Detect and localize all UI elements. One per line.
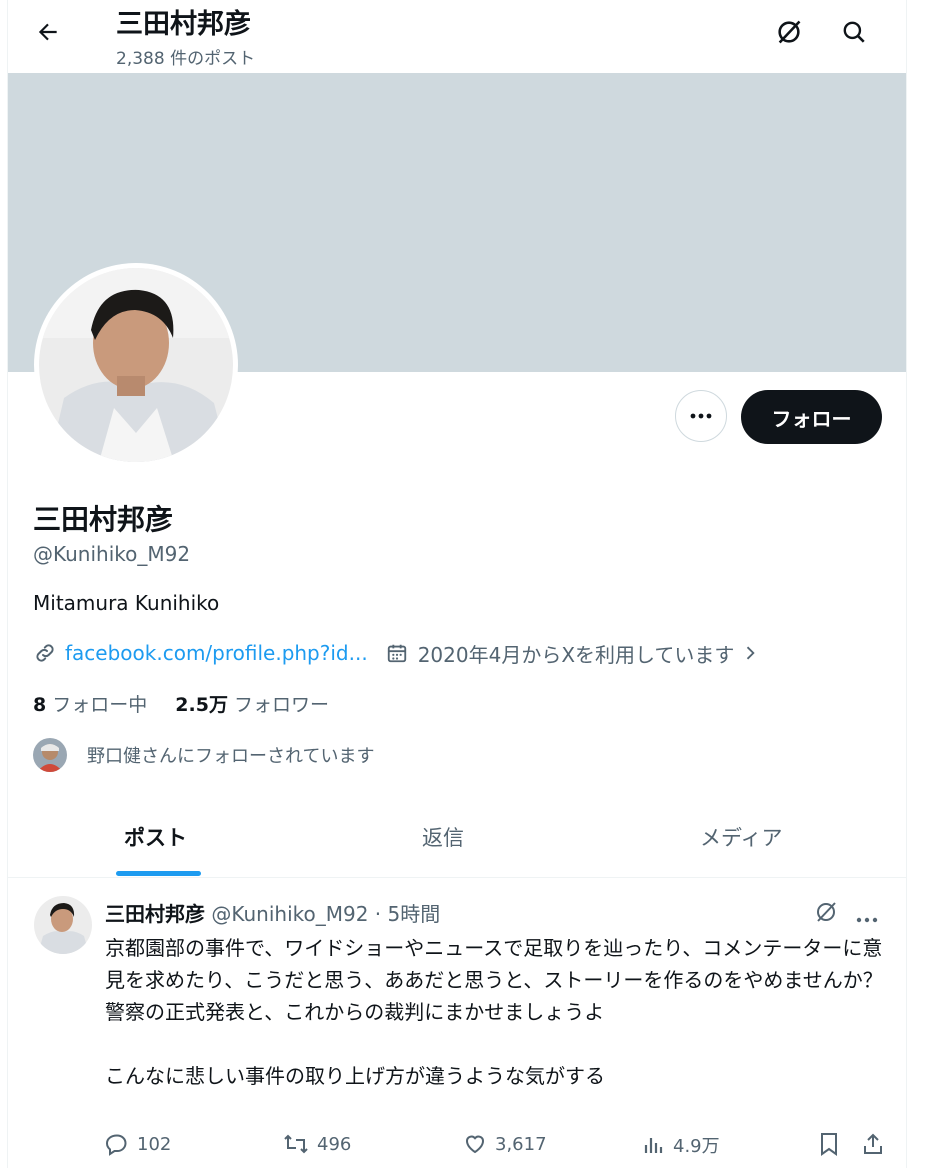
views-count: 4.9万: [673, 1136, 720, 1157]
post-author-name[interactable]: 三田村邦彦: [105, 902, 205, 926]
grok-icon: [778, 20, 801, 44]
views-button[interactable]: 4.9万: [641, 1132, 720, 1158]
search-button[interactable]: [836, 14, 872, 50]
post-avatar[interactable]: [34, 896, 92, 954]
profile-page: 三田村邦彦 2,388 件のポスト フォロー 三田村邦彦 @Kunihiko_M…: [7, 0, 907, 1168]
tab-media[interactable]: メディア: [700, 822, 783, 852]
share-button[interactable]: [861, 1132, 885, 1156]
profile-bio: Mitamura Kunihiko: [33, 591, 220, 615]
post-header: 三田村邦彦 @Kunihiko_M92 · 5時間: [105, 898, 440, 927]
header-post-count: 2,388 件のポスト: [116, 49, 256, 69]
avatar-image: [39, 268, 233, 462]
repost-icon: [284, 1134, 308, 1154]
grok-button[interactable]: [771, 14, 807, 50]
repost-button[interactable]: 496: [283, 1132, 351, 1156]
post-time[interactable]: 5時間: [388, 902, 441, 926]
following-label: フォロー中: [52, 694, 148, 716]
profile-link[interactable]: facebook.com/profile.php?id...: [65, 641, 368, 665]
header-title: 三田村邦彦: [116, 9, 251, 40]
more-icon: [690, 413, 712, 419]
post-more-button[interactable]: [856, 908, 878, 927]
post-item[interactable]: 三田村邦彦 @Kunihiko_M92 · 5時間 京都園部の事件で、ワイドショ…: [8, 878, 906, 1168]
back-arrow-icon: [38, 23, 57, 41]
more-options-button[interactable]: [675, 390, 727, 442]
follow-counts: 8 フォロー中 2.5万 フォロワー: [33, 690, 329, 717]
tab-replies[interactable]: 返信: [422, 822, 464, 852]
profile-meta: facebook.com/profile.php?id... 2020年4月から…: [33, 638, 760, 668]
followed-by-text: 野口健さんにフォローされています: [87, 746, 375, 767]
following-count: 8: [33, 694, 47, 716]
reply-count: 102: [137, 1133, 172, 1155]
followers-count: 2.5万: [175, 694, 228, 716]
followed-by[interactable]: 野口健さんにフォローされています: [33, 737, 374, 773]
profile-handle: @Kunihiko_M92: [33, 542, 191, 566]
profile-avatar[interactable]: [34, 263, 238, 467]
reply-button[interactable]: 102: [105, 1132, 171, 1156]
chevron-right-icon: [747, 646, 756, 660]
followers-label: フォロワー: [234, 694, 330, 716]
views-icon: [644, 1138, 663, 1153]
post-separator: ·: [374, 902, 382, 926]
following-link[interactable]: 8 フォロー中: [33, 690, 147, 717]
link-icon: [36, 644, 54, 662]
follower-avatar: [33, 738, 67, 772]
search-icon: [843, 21, 865, 43]
profile-tabs: ポスト 返信 メディア: [8, 800, 906, 878]
follow-button[interactable]: フォロー: [741, 390, 882, 444]
back-button[interactable]: [28, 12, 68, 52]
share-icon: [864, 1133, 882, 1154]
repost-count: 496: [317, 1133, 352, 1155]
like-icon: [465, 1135, 485, 1154]
bookmark-button[interactable]: [818, 1132, 840, 1156]
like-count: 3,617: [495, 1133, 547, 1155]
post-author-handle[interactable]: @Kunihiko_M92: [211, 902, 368, 926]
post-grok-button[interactable]: [814, 900, 838, 928]
like-button[interactable]: 3,617: [463, 1132, 547, 1156]
post-actions: 102 496 3,617 4.9万: [105, 1132, 885, 1166]
post-text: 京都園部の事件で、ワイドショーやニュースで足取りを辿ったり、コメンテーターに意見…: [105, 936, 883, 1088]
grok-icon: [817, 902, 836, 922]
top-bar: 三田村邦彦 2,388 件のポスト: [8, 0, 906, 72]
more-icon: [856, 917, 878, 923]
reply-icon: [105, 1134, 127, 1156]
active-tab-indicator: [116, 871, 201, 876]
calendar-icon: [387, 644, 406, 663]
joined-date[interactable]: 2020年4月からXを利用しています: [418, 639, 735, 668]
bookmark-icon: [821, 1133, 837, 1156]
profile-name: 三田村邦彦: [33, 503, 174, 536]
followers-link[interactable]: 2.5万 フォロワー: [175, 690, 329, 717]
tab-posts[interactable]: ポスト: [124, 822, 187, 852]
